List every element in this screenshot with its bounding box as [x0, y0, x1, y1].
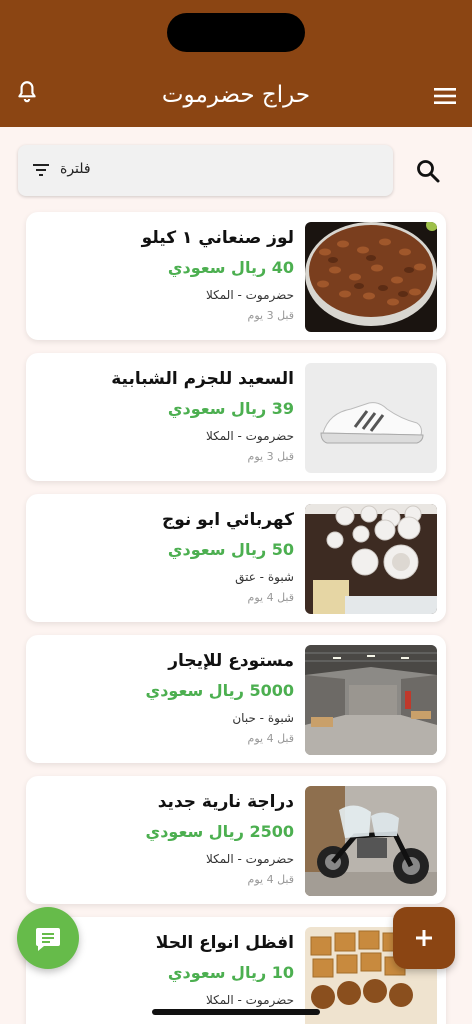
- listing-time: قبل 4 يوم: [247, 591, 294, 604]
- page-title: حراج حضرموت: [161, 82, 311, 108]
- listing-price: 40 ريال سعودي: [167, 258, 294, 277]
- chat-icon: [36, 928, 60, 951]
- listing-text: دراجة نارية جديد 2500 ريال سعودي حضرموت …: [44, 788, 294, 889]
- app-header: حراج حضرموت: [0, 0, 472, 127]
- listing-location: حضرموت - المكلا: [205, 429, 294, 443]
- menu-icon[interactable]: [432, 84, 458, 108]
- listing-title: دراجة نارية جديد: [157, 792, 294, 812]
- listing-location: شبوة - حبان: [232, 711, 294, 725]
- camera-notch: [167, 13, 305, 52]
- almonds-image: [305, 222, 437, 332]
- listing-location: شبوة - عتق: [235, 570, 294, 584]
- home-indicator: [152, 1009, 320, 1015]
- listing-list: لوز صنعاني ١ كيلو 40 ريال سعودي حضرموت -…: [26, 212, 446, 1024]
- listing-title: افظل انواع الحلا: [155, 933, 294, 953]
- warehouse-image: [305, 645, 437, 755]
- listing-time: قبل 4 يوم: [247, 732, 294, 745]
- listing-time: قبل 3 يوم: [247, 309, 294, 322]
- listing-card[interactable]: السعيد للجزم الشبابية 39 ريال سعودي حضرم…: [26, 353, 446, 481]
- listing-time: قبل 4 يوم: [247, 873, 294, 886]
- listing-price: 39 ريال سعودي: [167, 399, 294, 418]
- listing-location: حضرموت - المكلا: [205, 993, 294, 1007]
- listing-title: السعيد للجزم الشبابية: [111, 369, 294, 389]
- sneaker-image: [305, 363, 437, 473]
- filter-button[interactable]: فلترة: [18, 145, 393, 196]
- listing-card[interactable]: مستودع للإيجار 5000 ريال سعودي شبوة - حب…: [26, 635, 446, 763]
- listing-text: السعيد للجزم الشبابية 39 ريال سعودي حضرم…: [44, 365, 294, 466]
- listing-price: 50 ريال سعودي: [167, 540, 294, 559]
- filter-icon: [33, 164, 49, 176]
- listing-title: لوز صنعاني ١ كيلو: [141, 228, 294, 248]
- listing-price: 2500 ريال سعودي: [145, 822, 294, 841]
- listing-price: 5000 ريال سعودي: [145, 681, 294, 700]
- listing-card[interactable]: كهربائي ابو نوج 50 ريال سعودي شبوة - عتق…: [26, 494, 446, 622]
- listing-text: افظل انواع الحلا 10 ريال سعودي حضرموت - …: [44, 929, 294, 1010]
- listing-location: حضرموت - المكلا: [205, 852, 294, 866]
- listing-text: لوز صنعاني ١ كيلو 40 ريال سعودي حضرموت -…: [44, 224, 294, 325]
- listing-card[interactable]: لوز صنعاني ١ كيلو 40 ريال سعودي حضرموت -…: [26, 212, 446, 340]
- light-fixtures-image: [305, 504, 437, 614]
- add-listing-button[interactable]: [393, 907, 455, 969]
- listing-card[interactable]: دراجة نارية جديد 2500 ريال سعودي حضرموت …: [26, 776, 446, 904]
- search-icon[interactable]: [414, 157, 442, 185]
- motorcycle-image: [305, 786, 437, 896]
- listing-time: قبل 3 يوم: [247, 450, 294, 463]
- listing-price: 10 ريال سعودي: [167, 963, 294, 982]
- listing-text: مستودع للإيجار 5000 ريال سعودي شبوة - حب…: [44, 647, 294, 748]
- chat-button[interactable]: [17, 907, 79, 969]
- listing-title: كهربائي ابو نوج: [161, 510, 294, 530]
- listing-card[interactable]: افظل انواع الحلا 10 ريال سعودي حضرموت - …: [26, 917, 446, 1024]
- listing-location: حضرموت - المكلا: [205, 288, 294, 302]
- listing-text: كهربائي ابو نوج 50 ريال سعودي شبوة - عتق…: [44, 506, 294, 607]
- plus-icon: [416, 930, 432, 946]
- filter-label: فلترة: [60, 161, 91, 177]
- listing-title: مستودع للإيجار: [168, 651, 294, 671]
